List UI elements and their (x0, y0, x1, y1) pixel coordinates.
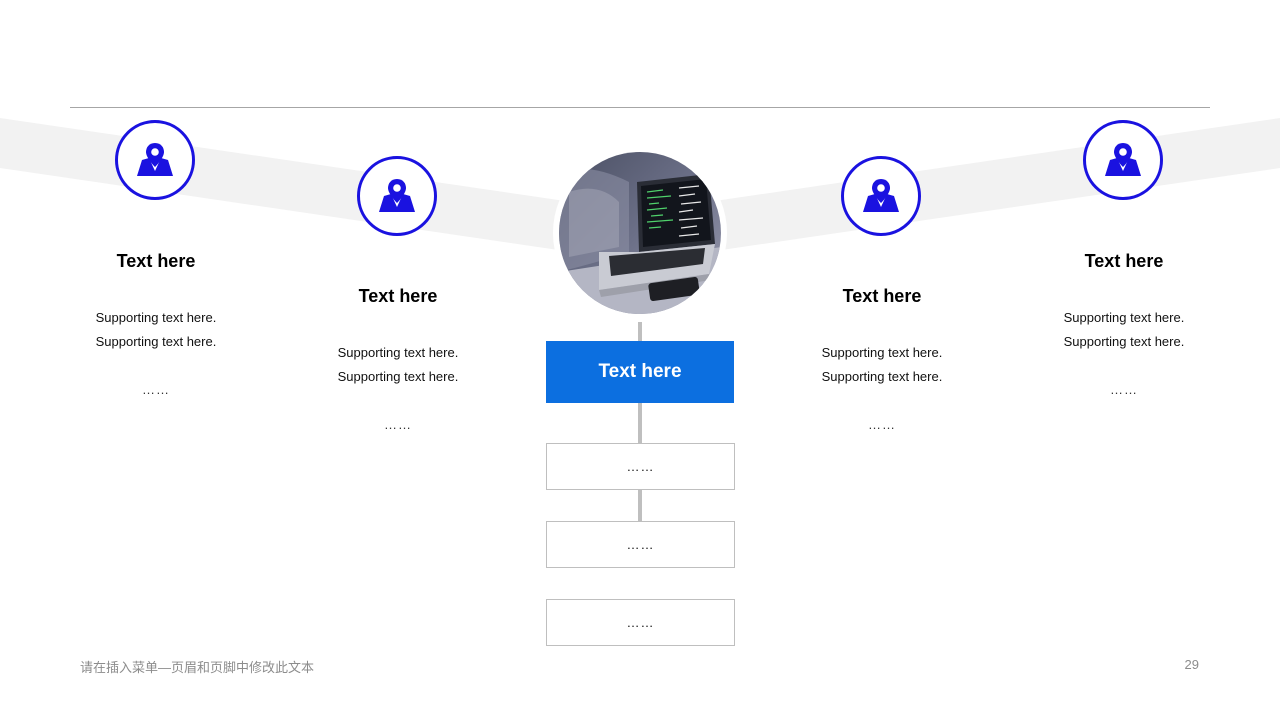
column-1-line-1: Supporting text here. (95, 310, 217, 325)
page-number: 29 (1184, 657, 1199, 672)
column-4-text: Supporting text here. Supporting text he… (1024, 306, 1224, 354)
column-3-line-2: Supporting text here. (821, 369, 943, 384)
column-1-line-2: Supporting text here. (95, 334, 217, 349)
center-sub-box-3-text: …… (626, 615, 655, 630)
column-4-title: Text here (1084, 251, 1164, 271)
column-1-title: Text here (116, 251, 196, 271)
center-title: Text here (598, 361, 682, 382)
column-2-text: Supporting text here. Supporting text he… (298, 341, 498, 389)
column-4-line-2: Supporting text here. (1063, 334, 1185, 349)
center-sub-box-3: …… (546, 599, 735, 646)
column-1-text: Supporting text here. Supporting text he… (56, 306, 256, 354)
laptop-photo (559, 152, 721, 314)
top-divider (70, 107, 1210, 108)
column-1-ellipsis: …… (142, 382, 170, 397)
map-pin-icon (1083, 120, 1163, 200)
column-2-title: Text here (358, 286, 438, 306)
center-sub-box-2-text: …… (626, 537, 655, 552)
column-3-text: Supporting text here. Supporting text he… (782, 341, 982, 389)
map-pin-icon (841, 156, 921, 236)
center-sub-box-1-text: …… (626, 459, 655, 474)
map-pin-icon (115, 120, 195, 200)
column-2-line-2: Supporting text here. (337, 369, 459, 384)
column-2-ellipsis: …… (384, 417, 412, 432)
center-sub-box-2: …… (546, 521, 735, 568)
column-3-line-1: Supporting text here. (821, 345, 943, 360)
column-4-line-1: Supporting text here. (1063, 310, 1185, 325)
center-connector-top (638, 322, 642, 342)
column-4-ellipsis: …… (1110, 382, 1138, 397)
footer-text: 请在插入菜单—页眉和页脚中修改此文本 (80, 660, 315, 675)
column-2-line-1: Supporting text here. (337, 345, 459, 360)
center-sub-box-1: …… (546, 443, 735, 490)
center-photo-frame (553, 146, 727, 320)
column-3-ellipsis: …… (868, 417, 896, 432)
column-3-title: Text here (842, 286, 922, 306)
map-pin-icon (357, 156, 437, 236)
center-title-box: Text here (546, 341, 734, 403)
